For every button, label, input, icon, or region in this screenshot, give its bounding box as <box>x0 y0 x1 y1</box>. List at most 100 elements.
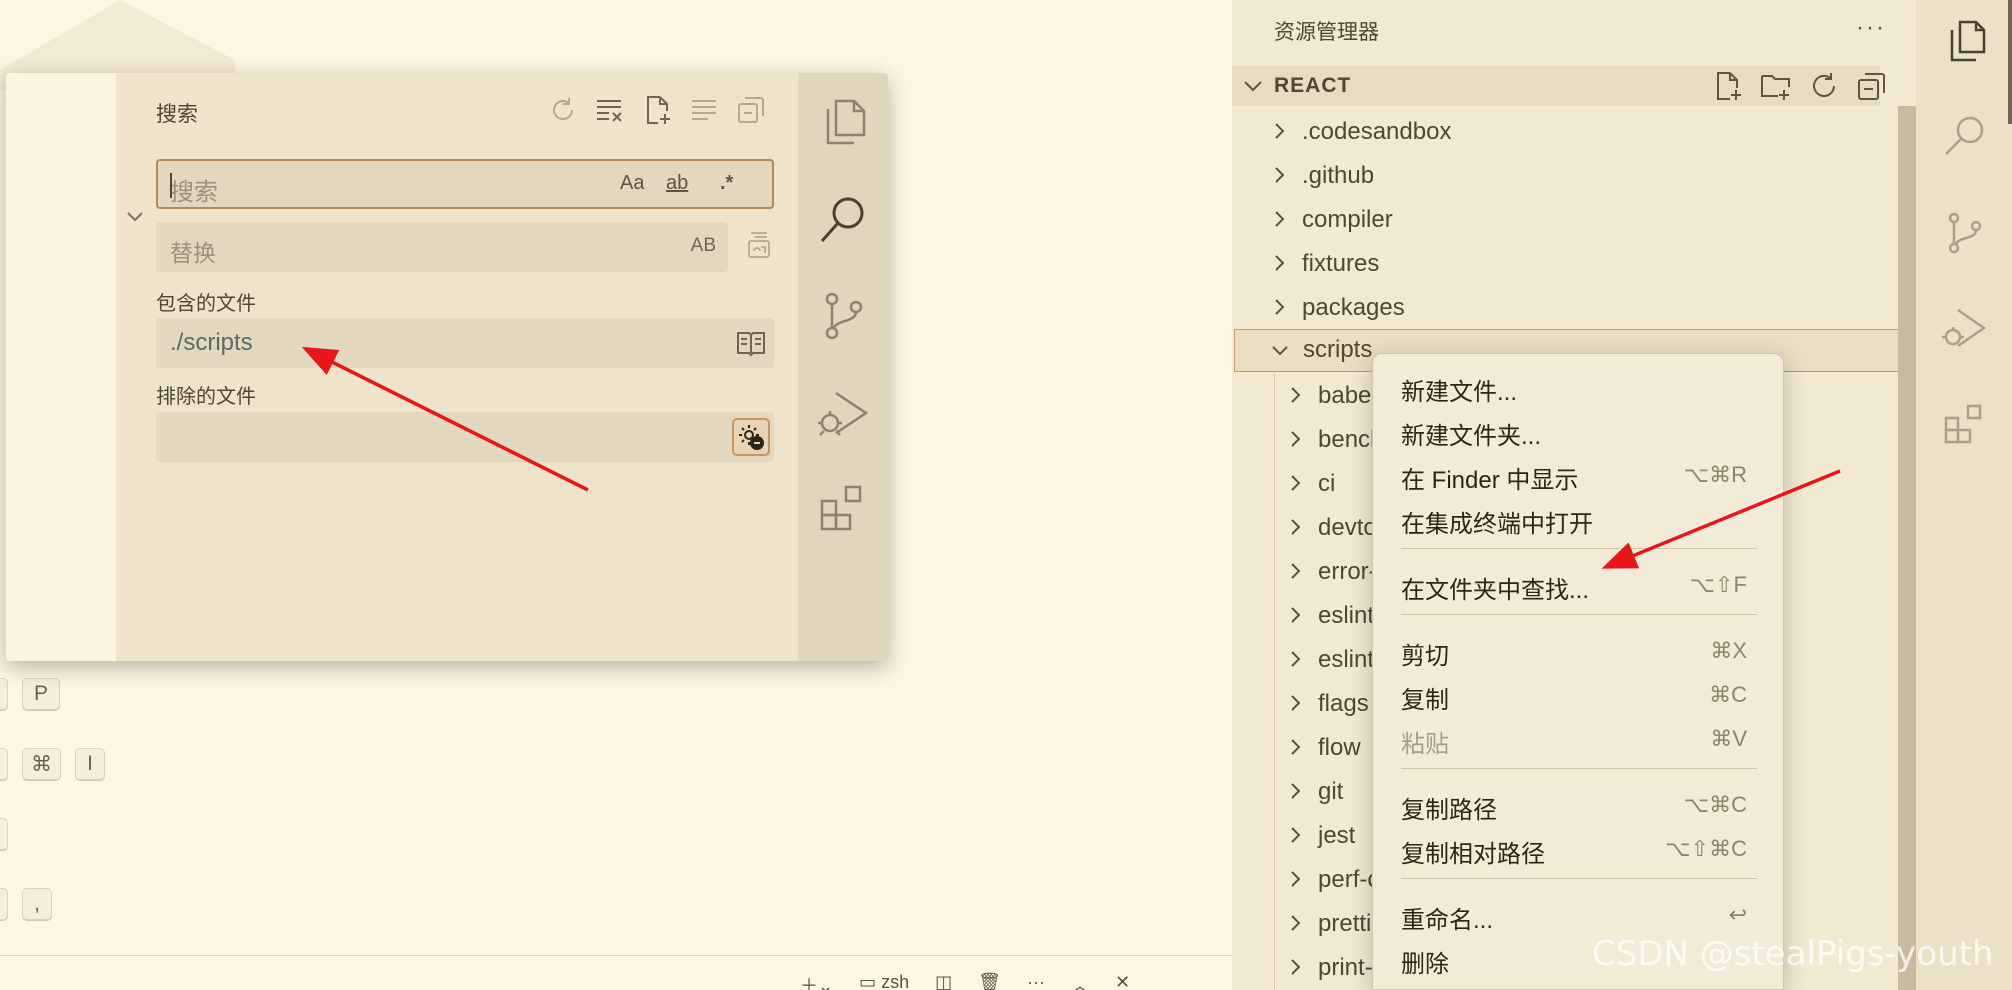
clear-results-icon[interactable] <box>595 95 625 125</box>
extensions-icon[interactable] <box>814 479 872 537</box>
trash-icon[interactable]: 🗑 <box>978 972 1001 990</box>
menu-item-shortcut: ⌥⇧F <box>1689 572 1747 597</box>
use-exclude-settings-gear-icon[interactable] <box>732 418 770 456</box>
menu-item-reveal-in-finder[interactable]: 在 Finder 中显示 ⌥⌘R <box>1373 454 1785 494</box>
tree-item-label: scripts <box>1303 336 1373 363</box>
chevron-right-icon <box>1291 607 1301 623</box>
chevron-right-icon <box>1291 651 1301 667</box>
tree-item-label: .github <box>1302 162 1375 189</box>
source-control-icon[interactable] <box>814 287 872 345</box>
menu-item-new-file[interactable]: 新建文件... <box>1373 366 1785 406</box>
split-terminal-icon[interactable]: ◫ <box>935 972 952 990</box>
terminal-icon[interactable]: ▭ zsh <box>859 972 909 990</box>
menu-item-shortcut: ⌘V <box>1710 726 1747 751</box>
watermark: CSDN @stealPigs-youth <box>1592 934 1994 974</box>
tree-item-label: flow <box>1318 734 1361 761</box>
new-file-icon[interactable] <box>1712 70 1744 102</box>
whole-word-toggle[interactable]: ab <box>666 172 688 195</box>
refresh-icon[interactable] <box>548 95 578 125</box>
menu-item-shortcut: ⌘C <box>1709 682 1747 707</box>
chevron-down-icon <box>1272 346 1288 356</box>
menu-item-new-folder[interactable]: 新建文件夹... <box>1373 410 1785 450</box>
refresh-explorer-icon[interactable] <box>1808 70 1840 102</box>
toggle-replace-chevron-icon[interactable] <box>124 205 146 227</box>
menu-item-label: 新建文件夹... <box>1401 423 1542 450</box>
chevron-down-icon[interactable] <box>1240 73 1266 99</box>
menu-item-label: 在集成终端中打开 <box>1401 511 1593 538</box>
preserve-case-toggle[interactable]: AB <box>691 235 716 257</box>
tree-item-label: babel <box>1318 382 1377 409</box>
replace-all-icon[interactable] <box>743 229 775 261</box>
search-icon[interactable] <box>814 191 872 249</box>
keycap <box>0 678 8 710</box>
menu-item-copy[interactable]: 复制 ⌘C <box>1373 674 1785 714</box>
tree-item-folder[interactable]: .github <box>1232 154 1880 198</box>
keycap: I <box>75 748 105 780</box>
add-terminal-icon[interactable]: ＋⌄ <box>800 972 833 990</box>
chevron-right-icon <box>1291 959 1301 975</box>
menu-item-cut[interactable]: 剪切 ⌘X <box>1373 630 1785 670</box>
tree-item-label: eslint <box>1318 602 1375 629</box>
explorer-context-menu: 新建文件... 新建文件夹... 在 Finder 中显示 ⌥⌘R 在集成终端中打… <box>1372 353 1784 990</box>
menu-item-label: 新建文件... <box>1401 379 1518 406</box>
search-icon[interactable] <box>1940 110 1990 160</box>
chevron-right-icon <box>1291 695 1301 711</box>
menu-item-label: 重命名... <box>1401 907 1494 934</box>
tree-item-folder[interactable]: fixtures <box>1232 242 1880 286</box>
files-to-include-label: 包含的文件 <box>156 293 256 315</box>
chevron-up-icon[interactable]: ︿ <box>1071 972 1089 990</box>
chevron-right-icon <box>1291 915 1301 931</box>
menu-item-copy-path[interactable]: 复制路径 ⌥⌘C <box>1373 784 1785 824</box>
source-control-icon[interactable] <box>1940 208 1990 258</box>
keycap <box>0 748 8 780</box>
tree-item-folder[interactable]: compiler <box>1232 198 1880 242</box>
explorer-icon[interactable] <box>814 93 872 151</box>
menu-item-copy-relative-path[interactable]: 复制相对路径 ⌥⇧⌘C <box>1373 828 1785 868</box>
search-view-title: 搜索 <box>156 103 198 126</box>
chevron-right-icon <box>1291 783 1301 799</box>
explorer-icon[interactable] <box>1940 16 1990 66</box>
run-and-debug-icon[interactable] <box>814 385 872 443</box>
files-to-include-input[interactable]: ./scripts <box>156 318 774 368</box>
new-search-editor-icon[interactable] <box>642 95 672 125</box>
menu-item-rename[interactable]: 重命名... ↩ <box>1373 894 1785 934</box>
tree-item-folder[interactable]: packages <box>1232 286 1880 330</box>
view-as-tree-icon[interactable] <box>689 95 719 125</box>
chevron-right-icon <box>1275 211 1285 227</box>
files-to-include-value: ./scripts <box>170 329 253 356</box>
extensions-icon[interactable] <box>1940 400 1990 450</box>
explorer-more-icon[interactable]: ··· <box>1856 14 1886 42</box>
run-and-debug-icon[interactable] <box>1940 304 1990 354</box>
search-input-placeholder: 搜索 <box>170 179 218 206</box>
tree-item-label: jest <box>1318 822 1356 849</box>
menu-item-shortcut: ⌘X <box>1710 638 1747 663</box>
tree-item-folder[interactable]: .codesandbox <box>1232 110 1880 154</box>
tree-item-label: git <box>1318 778 1344 805</box>
new-folder-icon[interactable] <box>1760 70 1792 102</box>
collapse-folders-icon[interactable] <box>1856 70 1888 102</box>
menu-item-find-in-folder[interactable]: 在文件夹中查找... ⌥⇧F <box>1373 564 1785 604</box>
collapse-all-icon[interactable] <box>736 95 766 125</box>
match-case-toggle[interactable]: Aa <box>620 172 644 195</box>
menu-item-paste: 粘贴 ⌘V <box>1373 718 1785 758</box>
menu-item-shortcut: ⌥⌘C <box>1683 792 1747 817</box>
keycap <box>0 818 8 850</box>
files-to-exclude-input[interactable] <box>156 412 774 462</box>
search-input[interactable]: 搜索 Aa ab .* <box>156 159 774 209</box>
terminal-toolbar: ＋⌄ ▭ zsh ◫ 🗑 ··· ︿ ✕ <box>800 972 1130 990</box>
open-editors-only-icon[interactable] <box>736 329 766 357</box>
chevron-right-icon <box>1291 387 1301 403</box>
menu-item-open-in-terminal[interactable]: 在集成终端中打开 <box>1373 498 1785 538</box>
explorer-scrollbar[interactable] <box>1898 106 1918 990</box>
chevron-right-icon <box>1291 563 1301 579</box>
chevron-right-icon <box>1291 871 1301 887</box>
replace-input[interactable]: 替换 AB <box>156 222 728 272</box>
close-icon[interactable]: ✕ <box>1115 972 1130 990</box>
files-to-exclude-label: 排除的文件 <box>156 386 256 408</box>
chevron-right-icon <box>1275 167 1285 183</box>
more-actions-icon[interactable]: ··· <box>1027 972 1045 990</box>
terminal-label: zsh <box>881 972 910 990</box>
chevron-right-icon <box>1291 519 1301 535</box>
search-view-panel: 搜索 搜索 Aa ab .* 替换 AB 包含的文件 ··· ./scripts… <box>6 73 888 661</box>
regex-toggle[interactable]: .* <box>720 172 733 195</box>
